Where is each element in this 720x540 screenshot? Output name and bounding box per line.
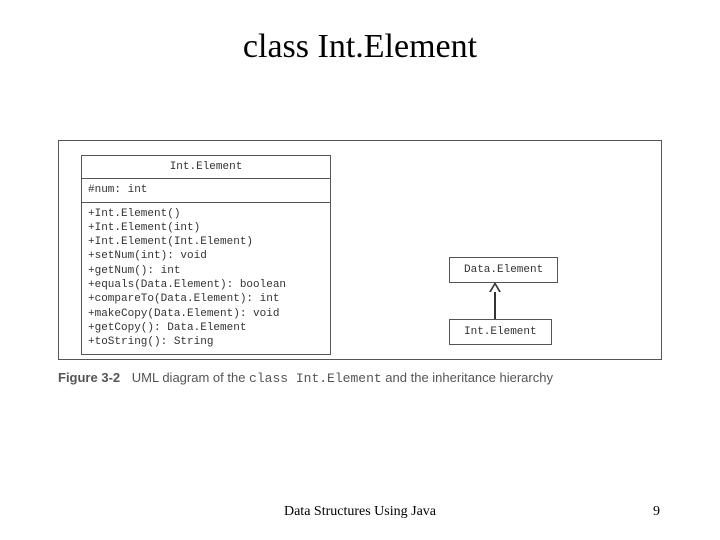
uml-attributes-section: #num: int [82,179,330,202]
hierarchy-child-box: Int.Element [449,319,552,345]
caption-text-pre: UML diagram of the [132,370,249,385]
caption-text-post: and the inheritance hierarchy [385,370,553,385]
uml-method: +makeCopy(Data.Element): void [88,307,324,321]
uml-method: +Int.Element(int) [88,221,324,235]
uml-method: +Int.Element() [88,207,324,221]
uml-methods-section: +Int.Element() +Int.Element(int) +Int.El… [82,203,330,354]
slide-title: class Int.Element [0,28,720,66]
uml-class-box: Int.Element #num: int +Int.Element() +In… [81,155,331,355]
uml-method: +equals(Data.Element): boolean [88,278,324,292]
uml-class-name: Int.Element [82,156,330,179]
uml-method: +getNum(): int [88,264,324,278]
page-number: 9 [653,504,660,520]
figure-label: Figure 3-2 [58,370,120,385]
figure-frame: Int.Element #num: int +Int.Element() +In… [58,140,662,360]
uml-method: +compareTo(Data.Element): int [88,292,324,306]
figure-caption: Figure 3-2 UML diagram of the class Int.… [58,370,553,386]
caption-code: class Int.Element [249,371,382,386]
inheritance-arrow-icon [494,282,496,319]
uml-method: +toString(): String [88,335,324,349]
uml-attribute: #num: int [88,183,324,197]
slide: class Int.Element Int.Element #num: int … [0,0,720,540]
hierarchy-parent-box: Data.Element [449,257,558,283]
footer-text: Data Structures Using Java [0,504,720,520]
uml-method: +Int.Element(Int.Element) [88,235,324,249]
uml-method: +getCopy(): Data.Element [88,321,324,335]
uml-method: +setNum(int): void [88,249,324,263]
